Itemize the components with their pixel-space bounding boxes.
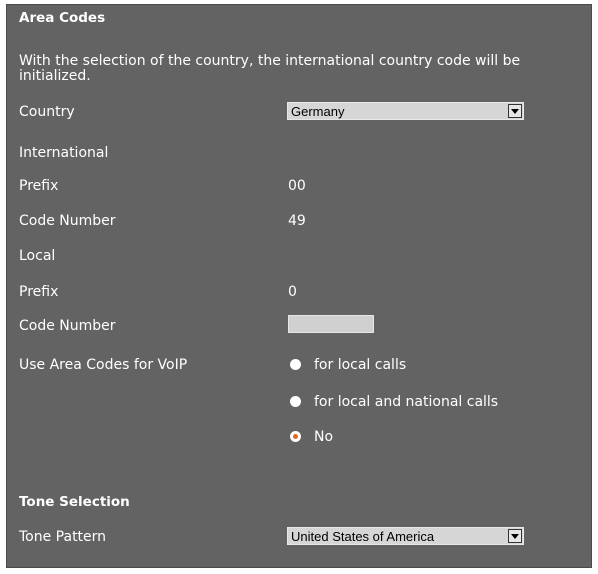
country-label: Country <box>19 104 75 120</box>
international-label: International <box>19 145 109 161</box>
intl-prefix-label: Prefix <box>19 178 59 194</box>
country-select[interactable]: Germany <box>287 102 524 120</box>
radio-no[interactable] <box>290 431 301 442</box>
radio-local-calls-label[interactable]: for local calls <box>314 357 406 374</box>
intl-code-value: 49 <box>288 213 306 229</box>
area-codes-description: With the selection of the country, the i… <box>19 53 521 84</box>
radio-local-national-calls[interactable] <box>290 396 301 407</box>
local-code-label: Code Number <box>19 318 116 334</box>
voip-label: Use Area Codes for VoIP <box>19 357 188 373</box>
local-label: Local <box>19 248 56 264</box>
intl-prefix-value: 00 <box>288 178 306 194</box>
local-prefix-value: 0 <box>288 284 297 300</box>
tone-pattern-select[interactable]: United States of America <box>287 527 524 545</box>
country-select-value: Germany <box>291 104 345 119</box>
radio-local-calls[interactable] <box>290 359 301 370</box>
settings-panel <box>6 4 592 568</box>
local-prefix-label: Prefix <box>19 284 59 300</box>
area-codes-heading: Area Codes <box>19 10 106 26</box>
tone-selection-heading: Tone Selection <box>19 494 130 510</box>
radio-no-label[interactable]: No <box>314 429 333 446</box>
chevron-down-icon[interactable] <box>508 104 522 118</box>
intl-code-label: Code Number <box>19 213 116 229</box>
chevron-down-icon[interactable] <box>508 529 522 543</box>
tone-pattern-select-value: United States of America <box>291 529 435 544</box>
radio-local-national-calls-label[interactable]: for local and national calls <box>314 394 498 411</box>
tone-pattern-label: Tone Pattern <box>19 529 107 545</box>
local-code-input[interactable] <box>288 315 374 333</box>
